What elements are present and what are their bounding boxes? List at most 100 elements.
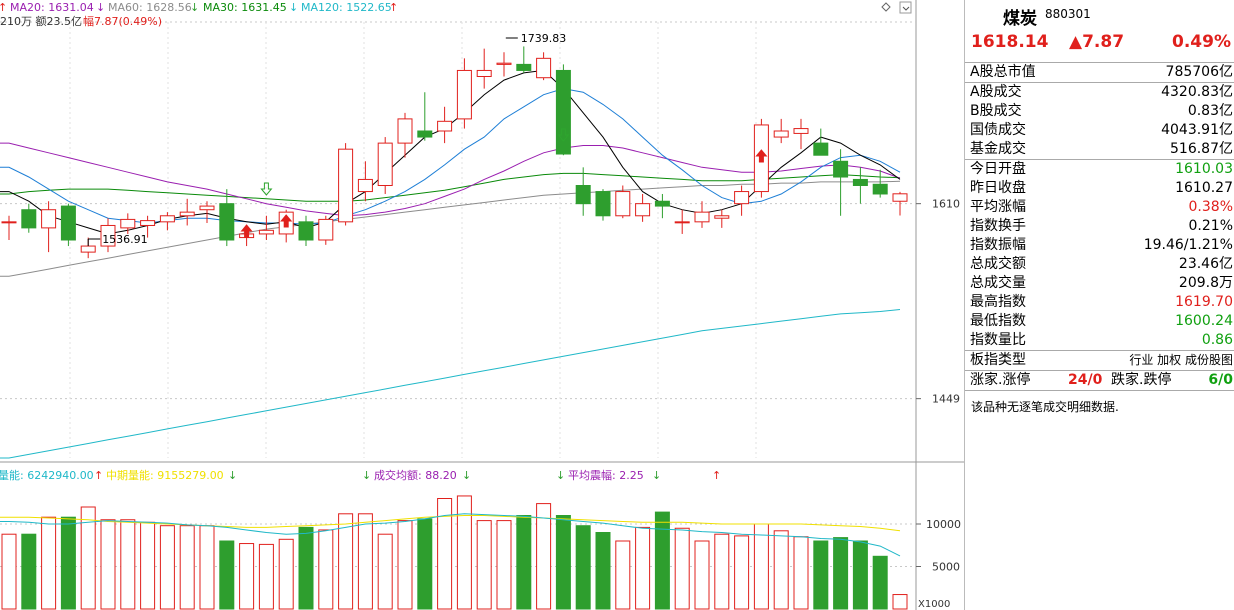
candle-body: [872, 183, 888, 195]
candle-body: [892, 193, 908, 202]
volume-bar: [753, 523, 769, 610]
candle-body: [654, 200, 670, 207]
stat-value: 785706亿: [1165, 64, 1233, 80]
volume-bar: [615, 540, 631, 610]
candle-body: [338, 148, 354, 223]
candle-body: [140, 220, 156, 226]
volume-bar: [318, 529, 334, 610]
candle-body: [595, 191, 611, 217]
price-change-pct: 0.49%: [1172, 32, 1231, 52]
volume-amount-info: 210万 额23.5亿: [0, 15, 82, 28]
stat-value: 0.83亿: [1187, 103, 1233, 119]
header-arrow-icon: ↓: [289, 1, 298, 14]
volume-bar: [219, 540, 235, 610]
stat-label: A股总市值: [970, 64, 1036, 80]
volume-bar: [41, 516, 57, 610]
candle-body: [615, 191, 631, 217]
volume-bar: [199, 525, 215, 610]
vol-axis-label-10000: 10000: [926, 518, 961, 531]
ma60-value: MA60: 1628.56: [108, 1, 192, 14]
ma20-value: MA20: 1631.04: [10, 1, 94, 14]
candle-body: [377, 142, 393, 187]
up-count-label: 涨家.涨停: [970, 372, 1031, 388]
volume-bar: [278, 538, 294, 610]
candle-body: [694, 211, 710, 223]
stat-row: 最高指数 1619.70: [965, 293, 1234, 312]
stat-value[interactable]: 行业 加权 成份股图: [1129, 351, 1233, 370]
candle-body: [219, 203, 235, 241]
candle-body: [734, 191, 750, 205]
volume-bar: [635, 526, 651, 610]
candle-body: [21, 209, 37, 229]
candle-body: [516, 63, 532, 71]
candle-body: [476, 69, 492, 77]
stat-value: 1619.70: [1175, 294, 1233, 310]
volume-bar: [575, 525, 591, 610]
stat-row: B股成交 0.83亿: [965, 102, 1234, 121]
volume-bar: [793, 536, 809, 610]
volume-bar: [417, 518, 433, 610]
updown-row: 涨家.涨停 24/0 跌家.跌停 6/0: [965, 370, 1234, 390]
volume-bar: [357, 513, 373, 610]
header-arrow-icon: ↓: [96, 1, 105, 14]
volume-bar: [813, 540, 829, 610]
index-name: 煤炭: [1003, 9, 1037, 29]
price-change: ▲7.87: [1069, 32, 1125, 52]
stat-row: 指数换手 0.21%: [965, 217, 1234, 236]
volume-bar: [159, 525, 175, 610]
avg-amplitude-value: 平均震幅: 2.25: [568, 469, 644, 482]
candle-body: [120, 218, 136, 229]
volume-bar: [714, 533, 730, 610]
candle-body: [456, 69, 472, 120]
volume-bar: [852, 540, 868, 610]
header-arrow-icon: ↑: [94, 469, 103, 482]
volume-bar: [674, 527, 690, 610]
volume-bar: [140, 521, 156, 610]
kline-chart-svg[interactable]: 16101449100005000X10001739.831536.91↑ MA2…: [0, 0, 964, 610]
stat-row: 指数振幅 19.46/1.21%: [965, 236, 1234, 255]
ma120-value: MA120: 1522.65: [301, 1, 392, 14]
stat-row: 最低指数 1600.24: [965, 312, 1234, 331]
header-arrow-icon: ↓: [228, 469, 237, 482]
volume-bar: [60, 516, 76, 610]
amplitude-info: 幅7.87(0.49%): [83, 15, 162, 28]
kline-chart-area[interactable]: 1610 1449 10000 5000 X1000 1739.83 1536.91 ↑ MA2…: [0, 0, 964, 610]
candle-body: [159, 215, 175, 223]
candle-body: [773, 130, 789, 138]
candle-body: [813, 142, 829, 156]
stat-row: 基金成交 516.87亿: [965, 140, 1234, 159]
candle-body: [318, 218, 334, 241]
stat-label: A股成交: [970, 84, 1022, 100]
volume-bar: [258, 543, 274, 610]
volume-bar: [100, 519, 116, 610]
volume-bar: [496, 520, 512, 610]
volume-bar: [892, 594, 908, 610]
stat-value: 1600.24: [1175, 313, 1233, 329]
candle-body: [714, 215, 730, 219]
volume-bar: [377, 533, 393, 610]
high-price-label: 1739.83: [521, 32, 567, 45]
candle-body: [1, 221, 17, 224]
chart-bg: [0, 0, 964, 610]
stat-label: 指数量比: [970, 332, 1026, 348]
stat-label: 指数振幅: [970, 237, 1026, 253]
volume-bar: [516, 515, 532, 610]
stat-value: 0.21%: [1188, 218, 1233, 234]
candle-body: [674, 221, 690, 224]
stat-value: 0.38%: [1188, 199, 1233, 215]
candle-body: [357, 178, 373, 193]
volume-energy-value: 量能: 6242940.00: [0, 468, 94, 482]
volume-bar: [1, 533, 17, 610]
collapse-button[interactable]: [899, 1, 912, 14]
down-count-label: 跌家.跌停: [1111, 372, 1172, 388]
volume-bar: [536, 503, 552, 610]
volume-bar: [555, 515, 571, 610]
volume-bar: [21, 533, 37, 610]
header-arrow-icon: ↓: [190, 1, 199, 14]
stat-row: A股成交 4320.83亿: [965, 82, 1234, 102]
down-count-value: 6/0: [1208, 372, 1233, 388]
volume-bar: [654, 511, 670, 610]
stat-label: 基金成交: [970, 141, 1026, 157]
index-code: 880301: [1045, 7, 1091, 21]
stat-label: 总成交额: [970, 256, 1026, 272]
